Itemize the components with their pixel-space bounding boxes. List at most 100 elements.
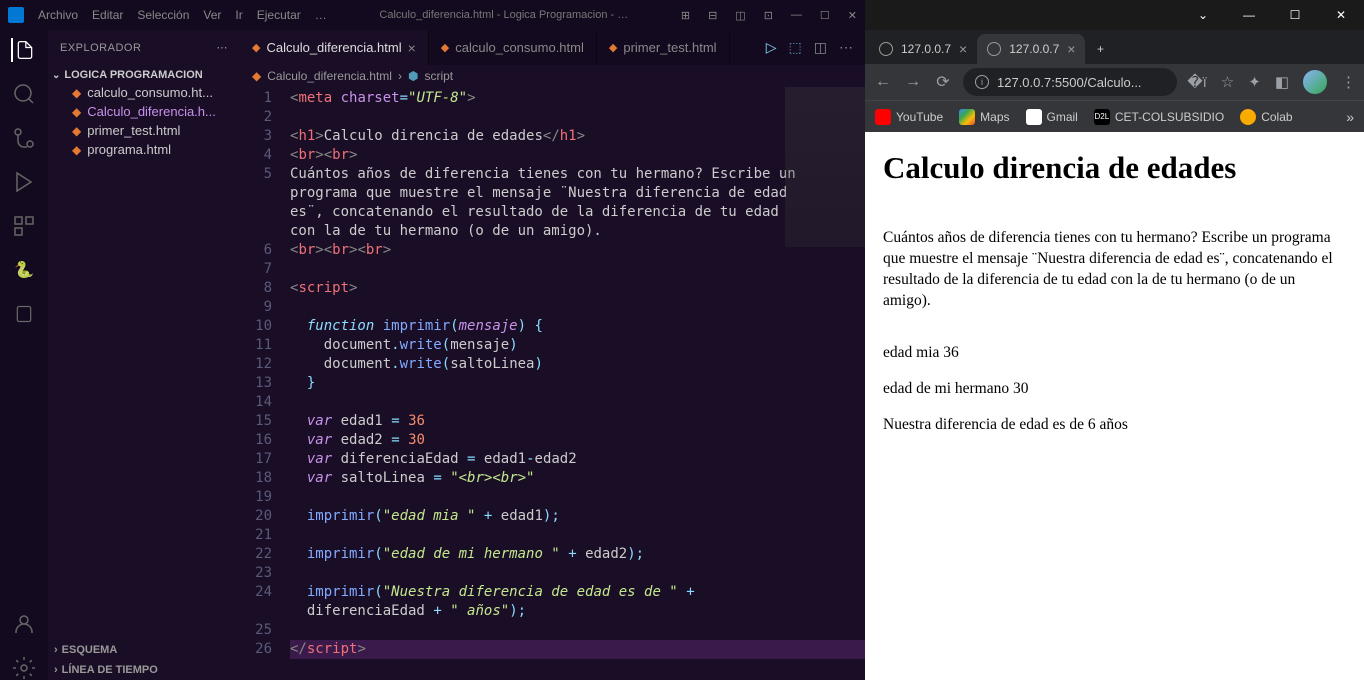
menu-seleccion[interactable]: Selección <box>137 8 189 22</box>
bookmark-star-icon[interactable]: ☆ <box>1221 73 1234 91</box>
browser-window: ⌄ — ☐ ✕ 127.0.0.7× 127.0.0.7× + ← → ⟳ i … <box>865 0 1364 680</box>
breadcrumb[interactable]: ◆ Calculo_diferencia.html › ⬢ script <box>240 65 865 87</box>
page-paragraph: Cuántos años de diferencia tienes con tu… <box>883 228 1346 312</box>
bookmarks-bar: YouTube Maps Gmail D2LCET-COLSUBSIDIO Co… <box>865 100 1364 132</box>
file-calculo-consumo[interactable]: ◆calculo_consumo.ht... <box>48 83 240 102</box>
run-debug-icon[interactable] <box>12 170 36 194</box>
menu-archivo[interactable]: Archivo <box>38 8 78 22</box>
maximize-icon[interactable]: ☐ <box>1272 0 1318 30</box>
explorer-more-icon[interactable]: ⋯ <box>217 41 229 54</box>
activity-bar: 🐍 <box>0 30 48 680</box>
account-icon[interactable] <box>12 612 36 636</box>
new-tab-button[interactable]: + <box>1085 34 1115 64</box>
chevron-down-icon: ⌄ <box>52 70 60 81</box>
html-icon: ◆ <box>72 105 81 119</box>
minimize-icon[interactable]: — <box>1226 0 1272 30</box>
more-actions-icon[interactable]: ⋯ <box>839 39 853 56</box>
menu-ver[interactable]: Ver <box>203 8 221 22</box>
python-icon[interactable]: 🐍 <box>12 258 36 282</box>
settings-icon[interactable] <box>12 656 36 680</box>
bookmarks-more-icon[interactable]: » <box>1346 109 1354 125</box>
line-gutter: 1234567891011121314151617181920212223242… <box>240 87 290 680</box>
menu-ejecutar[interactable]: Ejecutar <box>257 8 301 22</box>
arrow-down-icon[interactable]: ⌄ <box>1180 0 1226 30</box>
html-icon: ◆ <box>252 69 261 83</box>
vscode-window: Archivo Editar Selección Ver Ir Ejecutar… <box>0 0 865 680</box>
menu-more[interactable]: … <box>315 8 327 22</box>
layout-icon[interactable]: ⊞ <box>681 9 690 22</box>
menu-ir[interactable]: Ir <box>235 8 242 22</box>
tab-close-icon[interactable]: × <box>959 41 967 57</box>
browser-tab-1[interactable]: 127.0.0.7× <box>869 34 977 64</box>
menu-dots-icon[interactable]: ⋮ <box>1341 73 1356 91</box>
layout2-icon[interactable]: ⊟ <box>708 9 717 22</box>
maximize-icon[interactable]: ☐ <box>820 9 830 22</box>
d2l-icon: D2L <box>1094 109 1110 125</box>
side-panel-icon[interactable]: ◧ <box>1275 73 1289 91</box>
browser-tabs: 127.0.0.7× 127.0.0.7× + <box>865 30 1364 64</box>
output-line-3: Nuestra diferencia de edad es de 6 años <box>883 416 1346 434</box>
minimize-icon[interactable]: — <box>791 9 802 22</box>
reload-icon[interactable]: ⟳ <box>933 72 953 92</box>
output-line-2: edad de mi hermano 30 <box>883 380 1346 398</box>
back-icon[interactable]: ← <box>873 73 893 91</box>
browser-tab-2[interactable]: 127.0.0.7× <box>977 34 1085 64</box>
profile-avatar[interactable] <box>1303 70 1327 94</box>
bookmark-gmail[interactable]: Gmail <box>1026 109 1078 125</box>
tab-calculo-consumo[interactable]: ◆calculo_consumo.html <box>429 30 597 65</box>
split-icon[interactable]: ◫ <box>814 39 827 56</box>
preview-icon[interactable]: ⬚ <box>789 39 802 56</box>
html-icon: ◆ <box>72 124 81 138</box>
bookmark-colab[interactable]: Colab <box>1240 109 1292 125</box>
globe-icon <box>987 42 1001 56</box>
bookmark-cet[interactable]: D2LCET-COLSUBSIDIO <box>1094 109 1224 125</box>
page-content: Calculo direncia de edades Cuántos años … <box>865 132 1364 680</box>
editor-area: ◆Calculo_diferencia.html× ◆calculo_consu… <box>240 30 865 680</box>
search-icon[interactable] <box>12 82 36 106</box>
html-icon: ◆ <box>252 41 260 54</box>
translate-icon[interactable]: �ï <box>1187 73 1207 91</box>
file-calculo-diferencia[interactable]: ◆Calculo_diferencia.h... <box>48 102 240 121</box>
colab-icon <box>1240 109 1256 125</box>
extensions-puzzle-icon[interactable]: ✦ <box>1248 73 1261 91</box>
bookmark-youtube[interactable]: YouTube <box>875 109 943 125</box>
vscode-logo-icon <box>8 7 24 23</box>
extensions-icon[interactable] <box>12 214 36 238</box>
page-title: Calculo direncia de edades <box>883 150 1346 186</box>
file-primer-test[interactable]: ◆primer_test.html <box>48 121 240 140</box>
window-title: Calculo_diferencia.html - Logica Program… <box>341 9 667 21</box>
tab-calculo-diferencia[interactable]: ◆Calculo_diferencia.html× <box>240 30 429 65</box>
html-icon: ◆ <box>441 41 449 54</box>
book-icon[interactable] <box>12 302 36 326</box>
address-bar[interactable]: i 127.0.0.7:5500/Calculo... <box>963 68 1177 96</box>
file-programa[interactable]: ◆programa.html <box>48 140 240 159</box>
forward-icon[interactable]: → <box>903 73 923 91</box>
code-content[interactable]: <meta charset="UTF-8"><h1>Calculo direnc… <box>290 87 865 680</box>
code-editor[interactable]: 1234567891011121314151617181920212223242… <box>240 87 865 680</box>
close-icon[interactable]: ✕ <box>1318 0 1364 30</box>
bookmark-maps[interactable]: Maps <box>959 109 1009 125</box>
tab-close-icon[interactable]: × <box>1067 41 1075 57</box>
layout4-icon[interactable]: ⊡ <box>764 9 773 22</box>
browser-toolbar: ← → ⟳ i 127.0.0.7:5500/Calculo... �ï ☆ ✦… <box>865 64 1364 100</box>
html-icon: ◆ <box>609 41 617 54</box>
tab-close-icon[interactable]: × <box>408 40 416 56</box>
chevron-right-icon: › <box>54 644 58 656</box>
menu-editar[interactable]: Editar <box>92 8 123 22</box>
layout3-icon[interactable]: ◫ <box>735 9 745 22</box>
outline-section[interactable]: ›ESQUEMA <box>48 640 240 660</box>
explorer-label: EXPLORADOR <box>60 42 141 54</box>
browser-titlebar: ⌄ — ☐ ✕ <box>865 0 1364 30</box>
site-info-icon[interactable]: i <box>975 75 989 89</box>
explorer-icon[interactable] <box>11 38 35 62</box>
youtube-icon <box>875 109 891 125</box>
gmail-icon <box>1026 109 1042 125</box>
timeline-section[interactable]: ›LÍNEA DE TIEMPO <box>48 660 240 680</box>
sidebar: EXPLORADOR ⋯ ⌄ LOGICA PROGRAMACION ◆calc… <box>48 30 240 680</box>
project-folder[interactable]: ⌄ LOGICA PROGRAMACION <box>48 67 240 83</box>
source-control-icon[interactable] <box>12 126 36 150</box>
tab-primer-test[interactable]: ◆primer_test.html <box>597 30 730 65</box>
editor-tabs: ◆Calculo_diferencia.html× ◆calculo_consu… <box>240 30 865 65</box>
run-icon[interactable]: ▷ <box>766 39 777 56</box>
close-icon[interactable]: ✕ <box>848 9 857 22</box>
